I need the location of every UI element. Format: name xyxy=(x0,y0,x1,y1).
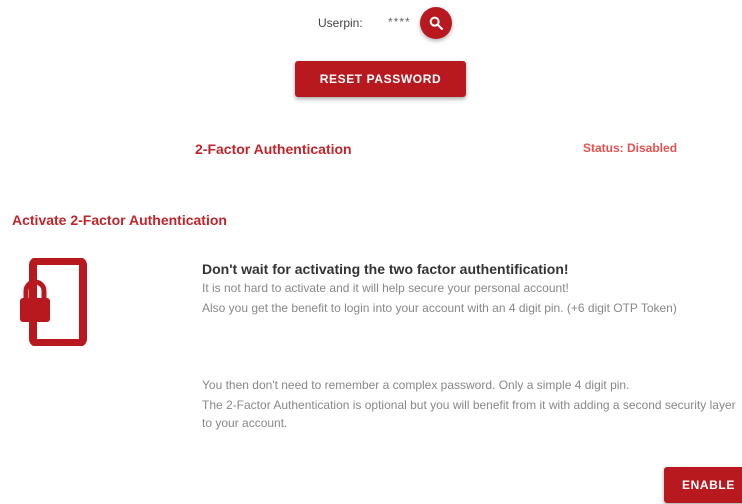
description-heading: Don't wait for activating the two factor… xyxy=(202,261,569,277)
two-factor-title: 2-Factor Authentication xyxy=(195,141,352,157)
description-line: Also you get the benefit to login into y… xyxy=(202,301,677,315)
userpin-label: Userpin: xyxy=(318,16,363,30)
enable-button[interactable]: ENABLE xyxy=(664,467,742,503)
description-line: It is not hard to activate and it will h… xyxy=(202,281,569,295)
reset-password-button[interactable]: RESET PASSWORD xyxy=(295,61,466,97)
status-badge: Status: Disabled xyxy=(583,141,678,155)
description-line: You then don't need to remember a comple… xyxy=(202,378,630,392)
search-icon xyxy=(429,16,444,31)
userpin-value: **** xyxy=(388,15,411,29)
search-button[interactable] xyxy=(420,7,452,39)
description-line: The 2-Factor Authentication is optional … xyxy=(202,398,736,430)
phone-lock-icon xyxy=(20,258,87,346)
section-title: Activate 2-Factor Authentication xyxy=(12,212,227,228)
